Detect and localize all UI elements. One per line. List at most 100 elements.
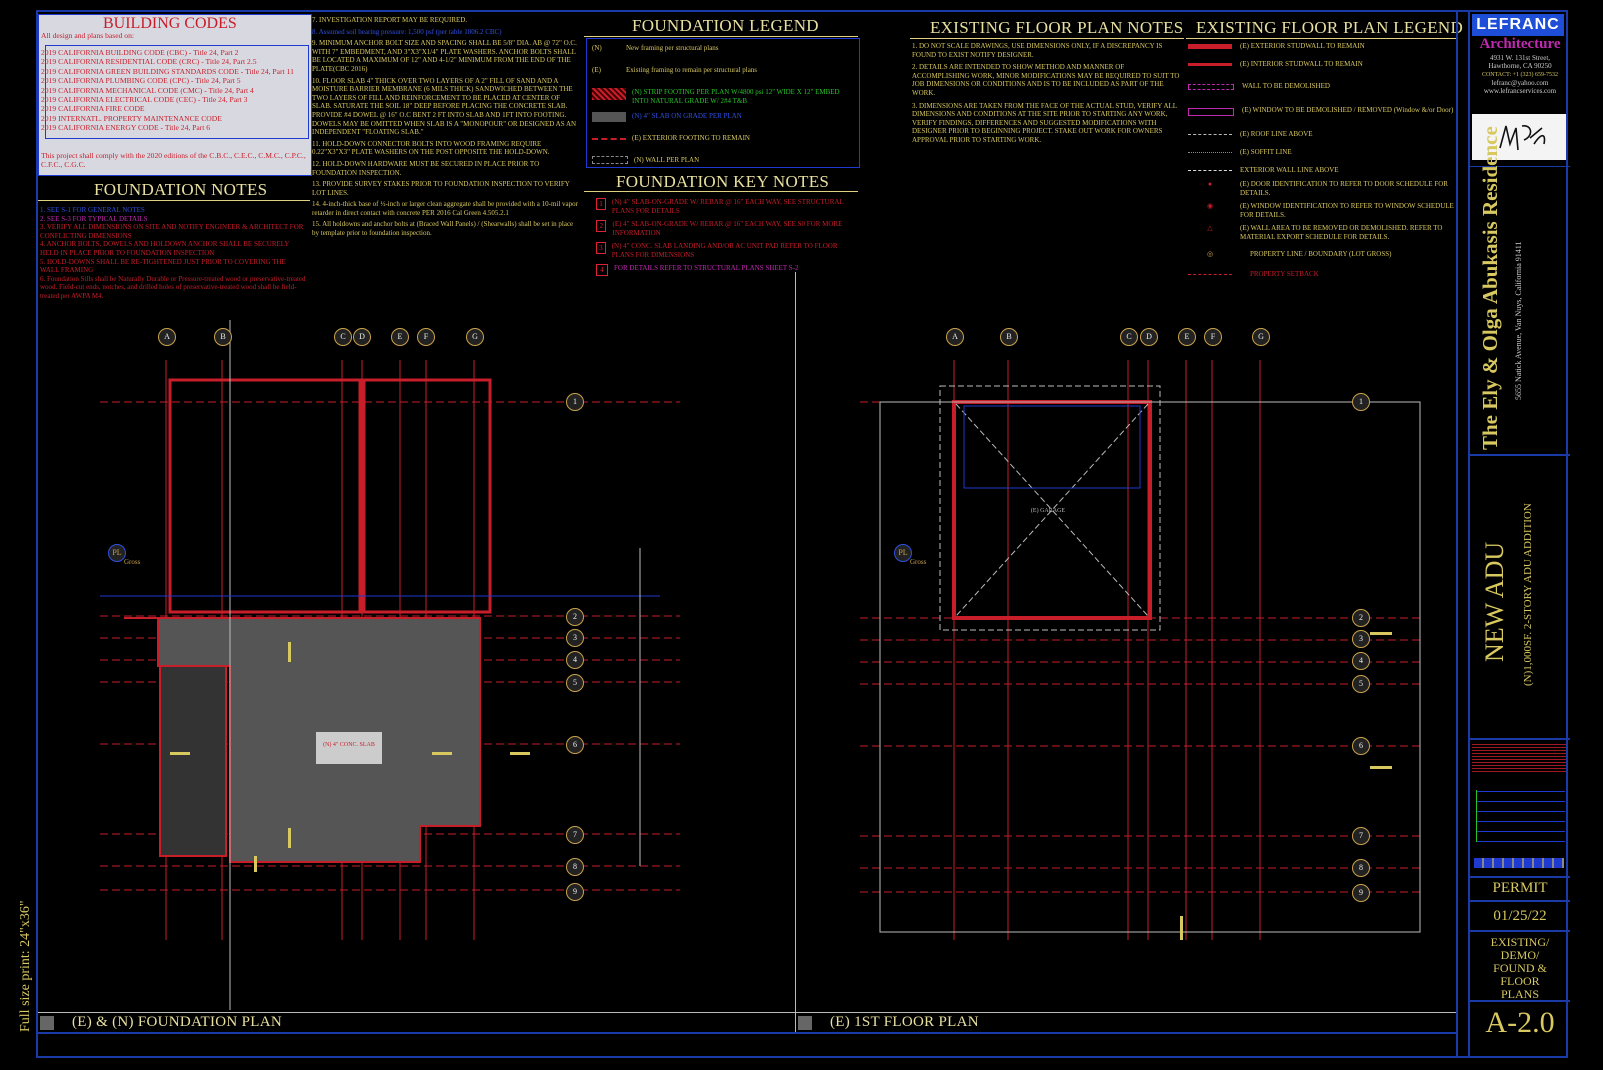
foundation-plan-title: (E) & (N) FOUNDATION PLAN <box>72 1014 282 1030</box>
note-item: 7. INVESTIGATION REPORT MAY BE REQUIRED. <box>312 16 468 24</box>
legend-item: (E) INTERIOR STUDWALL TO REMAIN <box>1188 60 1458 82</box>
sheet-number: A-2.0 <box>1485 1006 1555 1039</box>
grid-bubble: 7 <box>566 826 584 844</box>
note-item: 6. Foundation Sills shall be Naturally D… <box>40 274 306 300</box>
grid-bubble: A <box>158 328 176 346</box>
note-item: 8. Assumed soil bearing pressure: 1,500 … <box>312 27 502 36</box>
legend-item: ◎ PROPERTY LINE / BOUNDARY (LOT GROSS) <box>1188 250 1458 270</box>
foundation-notes-col1: 1. SEE S-1 FOR GENERAL NOTES 2. SEE S-3 … <box>40 206 306 301</box>
legend-item: ● (E) DOOR IDENTIFICATION TO REFER TO DOO… <box>1188 180 1458 202</box>
note-item: 14. 4-inch-thick base of ½-inch or large… <box>312 200 578 217</box>
soffit-line-swatch <box>1188 152 1232 166</box>
note-item: 11. HOLD-DOWN CONNECTOR BOLTS INTO WOOD … <box>312 139 550 157</box>
slab-label: (N) 4" CONC. SLAB <box>323 741 375 748</box>
note-item: 1. SEE S-1 FOR GENERAL NOTES <box>40 206 145 214</box>
slab-swatch <box>592 112 626 122</box>
foundation-notes-col2: 7. INVESTIGATION REPORT MAY BE REQUIRED.… <box>312 16 580 238</box>
code-item: 2019 CALIFORNIA GREEN BUILDING STANDARDS… <box>41 66 294 76</box>
grid-bubble: 5 <box>1352 675 1370 693</box>
key-note: 2 (E) 4" SLAB-ON-GRADE W/ REBAR @ 16" EAC… <box>596 220 850 242</box>
garage-label: (E) GARAGE <box>1031 507 1065 514</box>
grid-bubble: F <box>417 328 435 346</box>
title-block: LEFRANC Architecture 4931 W. 131st Stree… <box>1468 10 1570 1058</box>
legend-item: △ (E) WALL AREA TO BE REMOVED OR DEMOLISH… <box>1188 224 1458 250</box>
existing-notes-list: 1. DO NOT SCALE DRAWINGS, USE DIMENSIONS… <box>912 42 1182 145</box>
grid-bubble: F <box>1204 328 1222 346</box>
sheet-title: EXISTING/ DEMO/ FOUND & FLOOR PLANS <box>1490 935 1550 1001</box>
code-item: 2019 CALIFORNIA FIRE CODE <box>41 104 145 114</box>
plan-title-rule <box>38 1012 1456 1013</box>
project-address: 5655 Natick Avenue, Van Nuys, California… <box>1514 241 1523 401</box>
floor-plan-marker-icon <box>798 1016 812 1030</box>
key-notes-list: 1 (N) 4" SLAB-ON-GRADE W/ REBAR @ 16" EAC… <box>596 198 850 278</box>
door-tag-icon: ● <box>1207 180 1213 188</box>
grid-bubble: 4 <box>1352 652 1370 670</box>
grid-bubble: 2 <box>566 608 584 626</box>
key-note-badge: 1 <box>596 198 606 210</box>
ext-footing-swatch <box>592 138 626 140</box>
existing-legend-title: EXISTING FLOOR PLAN LEGEND <box>1196 18 1464 37</box>
demo-wall-swatch <box>1188 84 1234 90</box>
grid-bubble: B <box>214 328 232 346</box>
firm-name: Architecture <box>1479 36 1561 52</box>
issue-date: 01/25/22 <box>1493 908 1547 924</box>
key-note: 4 FOR DETAILS REFER TO STRUCTURAL PLANS S… <box>596 264 850 278</box>
adu-subtitle: (N)1,000SF. 2-STORY ADU ADDITION <box>1522 503 1534 686</box>
setback-line-swatch <box>1188 274 1232 284</box>
scale-bar-icon <box>1474 858 1564 868</box>
code-item: 2019 INTERNATL. PROPERTY MAINTENANCE COD… <box>41 113 222 123</box>
note-item: 1. DO NOT SCALE DRAWINGS, USE DIMENSIONS… <box>912 42 1163 59</box>
grid-bubble: D <box>353 328 371 346</box>
key-note: 1 (N) 4" SLAB-ON-GRADE W/ REBAR @ 16" EAC… <box>596 198 850 220</box>
grid-bubble: 6 <box>1352 737 1370 755</box>
note-item: 3. DIMENSIONS ARE TAKEN FROM THE FACE OF… <box>912 101 1177 144</box>
legend-item: (E) EXTERIOR FOOTING TO REMAIN <box>592 134 842 156</box>
legend-item: (E) ROOF LINE ABOVE <box>1188 130 1458 148</box>
note-item: 12. HOLD-DOWN HARDWARE MUST BE SECURED I… <box>312 159 540 177</box>
print-size-label: Full size print: 24"x36" <box>18 900 33 1032</box>
grid-bubble: 7 <box>1352 827 1370 845</box>
property-line-bubble: PL <box>108 544 126 562</box>
grid-bubble: G <box>1252 328 1270 346</box>
note-item: 4. ANCHOR BOLTS, DOWELS AND HOLDOWN ANCH… <box>40 240 290 257</box>
gross-label: Gross <box>124 558 141 566</box>
foundation-plan-drawing: (N) 4" CONC. SLAB Gross <box>100 320 680 1010</box>
code-item: 2019 CALIFORNIA MECHANICAL CODE (CMC) - … <box>41 85 254 95</box>
permit-status: PERMIT <box>1492 880 1548 896</box>
code-item: 2019 CALIFORNIA PLUMBING CODE (CPC) - Ti… <box>41 76 241 86</box>
code-item: 2019 CALIFORNIA BUILDING CODE (CBC) - Ti… <box>41 48 239 57</box>
code-item: 2019 CALIFORNIA ENERGY CODE - Title 24, … <box>41 123 211 133</box>
legend-item: (N) New framing per structural plans <box>592 44 719 52</box>
property-line-icon: ◎ <box>1206 250 1214 258</box>
grid-bubble: 2 <box>1352 609 1370 627</box>
sheet-bottom-rule <box>38 1032 1456 1034</box>
wall-swatch <box>592 156 628 164</box>
window-tag-icon: ◉ <box>1206 202 1214 210</box>
firm-web: www.lefrancservices.com <box>1483 87 1557 95</box>
ext-wall-swatch <box>1188 44 1232 49</box>
legend-item: EXTERIOR WALL LINE ABOVE <box>1188 166 1458 180</box>
foundation-legend-title: FOUNDATION LEGEND <box>632 16 819 35</box>
revision-table <box>1476 790 1565 842</box>
grid-bubble: 8 <box>566 858 584 876</box>
foundation-legend-list: (N) New framing per structural plans (E) E… <box>592 44 842 178</box>
existing-legend-list: (E) EXTERIOR STUDWALL TO REMAIN (E) INTE… <box>1188 42 1458 284</box>
grid-bubble: A <box>946 328 964 346</box>
legend-item: (N) STRIP FOOTING PER PLAN W/4800 psi 12… <box>592 88 842 112</box>
code-item: 2019 CALIFORNIA ELECTRICAL CODE (CEC) - … <box>41 95 248 105</box>
legend-item: (E) WINDOW TO BE DEMOLISHED / REMOVED (W… <box>1188 106 1458 130</box>
note-item: 15. All holdowns and anchor bolts at (Br… <box>312 220 574 238</box>
grid-bubble: 9 <box>566 883 584 901</box>
firm-address2: Hawthorne, CA 90250 <box>1488 62 1552 70</box>
foundation-plan-marker-icon <box>40 1016 54 1030</box>
legend-item: PROPERTY SETBACK <box>1188 270 1458 284</box>
legend-item: WALL TO BE DEMOLISHED <box>1188 82 1458 106</box>
floor-plan-title: (E) 1ST FLOOR PLAN <box>830 1014 979 1030</box>
grid-bubble: C <box>1120 328 1138 346</box>
grid-bubble: 3 <box>1352 630 1370 648</box>
grid-bubble: D <box>1140 328 1158 346</box>
int-wall-swatch <box>1188 63 1232 66</box>
property-line-bubble: PL <box>894 544 912 562</box>
strip-footing-swatch <box>592 88 626 100</box>
code-item: 2019 CALIFORNIA RESIDENTIAL CODE (CRC) -… <box>41 57 257 67</box>
